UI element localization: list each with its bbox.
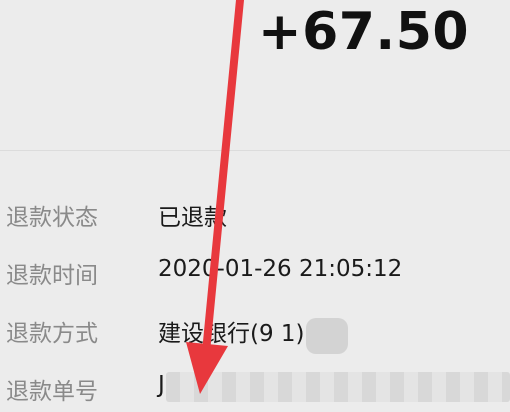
arrow-shaft [202,0,244,356]
arrow-head [186,342,228,394]
annotation-arrow-icon [186,0,244,394]
